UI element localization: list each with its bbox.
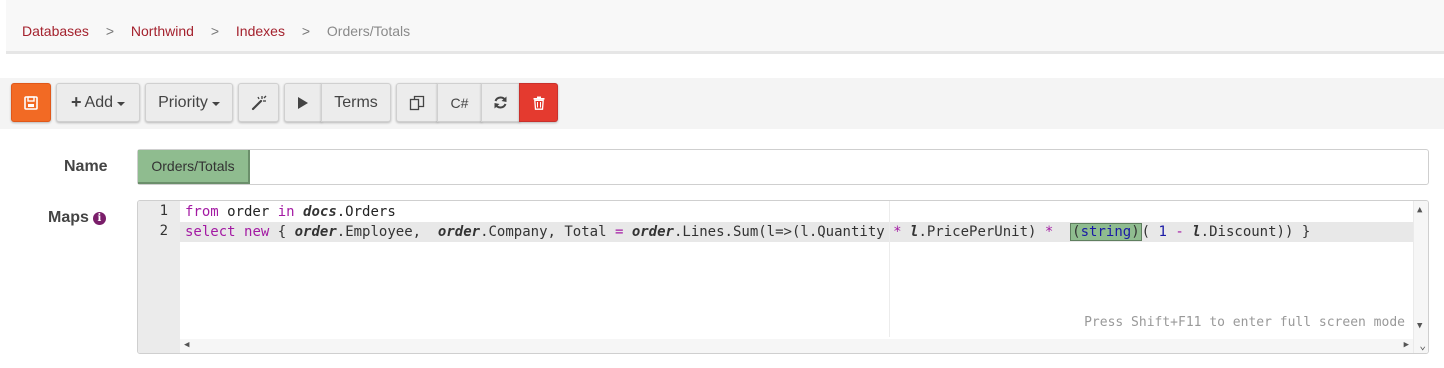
code-token: ( (1141, 224, 1159, 240)
csharp-button-label: C# (450, 94, 469, 111)
editor-gutter: 1 2 (138, 201, 180, 353)
info-icon[interactable]: i (92, 212, 106, 225)
code-token: order (294, 224, 337, 240)
line-number: 2 (159, 223, 168, 239)
breadcrumb-current: Orders/Totals (326, 23, 411, 39)
code-line-1: from order in docs.Orders (185, 202, 396, 222)
code-token: .Company, Total (480, 224, 615, 240)
scroll-down-icon[interactable]: ▼ (1417, 321, 1422, 331)
add-button-label: Add (84, 93, 113, 111)
code-token: ( (1072, 224, 1081, 240)
code-token: .Discount)) } (1200, 224, 1311, 240)
bracket-match-highlight: (string) (1070, 223, 1142, 241)
code-token: { (269, 224, 295, 240)
scroll-up-icon[interactable]: ▲ (1417, 205, 1422, 215)
code-token: docs (303, 204, 337, 220)
chevron-down-icon[interactable]: ⌄ (1419, 339, 1426, 352)
maps-label-text: Maps (48, 209, 89, 226)
delete-button[interactable] (519, 83, 558, 122)
code-token: .Orders (336, 204, 396, 220)
magic-wand-icon (251, 95, 266, 110)
breadcrumb-separator: > (210, 23, 220, 39)
refresh-button[interactable] (481, 83, 520, 122)
code-token: from (185, 204, 219, 220)
copy-icon (409, 95, 425, 110)
code-token: order (218, 204, 278, 220)
maps-code-editor[interactable]: 1 2 from order in docs.Orders select new… (137, 200, 1429, 354)
breadcrumb-databases[interactable]: Databases (22, 23, 89, 39)
code-token: .Employee, (336, 224, 438, 240)
run-button[interactable] (284, 83, 322, 122)
scroll-right-icon[interactable]: ▶ (1404, 340, 1409, 350)
vertical-scrollbar[interactable]: ▲ ▼ (1413, 201, 1428, 353)
priority-button-label: Priority (158, 93, 208, 111)
code-token: order (631, 224, 674, 240)
terms-button-label: Terms (334, 93, 378, 111)
save-button[interactable] (11, 83, 51, 122)
code-token: string (1080, 224, 1132, 240)
code-token: .PricePerUnit) (918, 224, 1045, 240)
caret-down-icon (116, 102, 125, 106)
breadcrumb-separator: > (301, 23, 311, 39)
priority-button[interactable]: Priority (145, 83, 233, 122)
breadcrumb-indexes[interactable]: Indexes (236, 23, 285, 39)
name-label: Name (64, 158, 108, 175)
line-number: 1 (159, 203, 168, 219)
horizontal-scrollbar[interactable]: ◀ ▶ (180, 339, 1413, 353)
editor-code-area[interactable]: from order in docs.Orders select new { o… (180, 201, 1414, 353)
code-token: ) (1131, 224, 1140, 240)
add-button[interactable]: + Add (56, 83, 140, 122)
copy-button[interactable] (396, 83, 438, 122)
fullscreen-hint: Press Shift+F11 to enter full screen mod… (1084, 315, 1405, 330)
code-token: select (185, 224, 236, 240)
code-token: - (1175, 224, 1184, 240)
code-token: .Lines.Sum(l=>(l.Quantity (673, 224, 894, 240)
code-token: new (244, 224, 270, 240)
breadcrumb-separator: > (105, 23, 115, 39)
name-input[interactable]: Orders/Totals (137, 149, 1429, 185)
caret-down-icon (211, 102, 220, 106)
scroll-left-icon[interactable]: ◀ (184, 340, 189, 350)
play-icon (298, 96, 308, 109)
breadcrumb-northwind[interactable]: Northwind (131, 23, 194, 39)
code-token: in (277, 204, 295, 220)
trash-icon (533, 96, 544, 110)
breadcrumb: Databases > Northwind > Indexes > Orders… (22, 23, 410, 39)
breadcrumb-bar: Databases > Northwind > Indexes > Orders… (6, 0, 1444, 54)
code-token: 1 (1158, 224, 1167, 240)
csharp-button[interactable]: C# (437, 83, 482, 122)
name-value: Orders/Totals (138, 150, 250, 184)
maps-label: Maps i (48, 209, 106, 227)
code-line-2: select new { order.Employee, order.Compa… (185, 222, 1310, 242)
terms-button[interactable]: Terms (321, 83, 391, 122)
toolbar: + Add Priority Terms C# (0, 78, 1444, 129)
code-token: l (1192, 224, 1201, 240)
refresh-icon (494, 96, 507, 109)
format-button[interactable] (238, 83, 279, 122)
save-icon (24, 95, 38, 110)
code-token: order (437, 224, 481, 240)
plus-icon: + (71, 92, 82, 112)
code-token: * (893, 224, 902, 240)
